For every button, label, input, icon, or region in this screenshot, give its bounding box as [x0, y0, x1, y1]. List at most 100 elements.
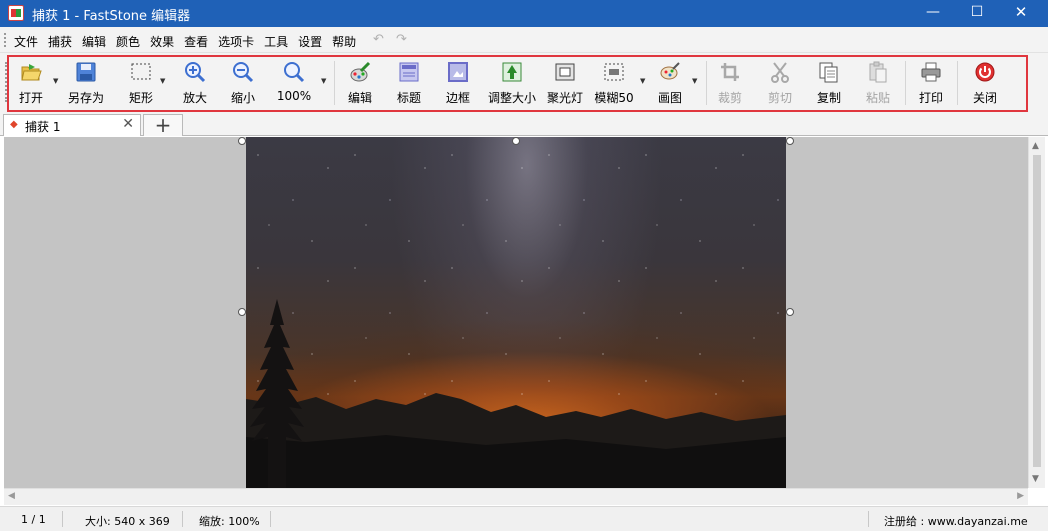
- open-button[interactable]: 打开: [12, 57, 50, 107]
- status-bar: 1 / 1 大小: 540 x 369 缩放: 100% 注册给 : www.d…: [0, 506, 1048, 531]
- copy-button[interactable]: 复制: [812, 57, 846, 107]
- rectangle-label: 矩形: [128, 91, 153, 105]
- menu-capture[interactable]: 捕获: [47, 33, 73, 50]
- border-label: 边框: [445, 91, 470, 105]
- toolbar-separator: [706, 61, 707, 105]
- menu-items: 文件 捕获 编辑 颜色 效果 查看 选项卡 工具 设置 帮助: [13, 33, 357, 50]
- scissors-icon: [769, 61, 791, 83]
- new-tab-button[interactable]: +: [143, 114, 183, 136]
- border-icon: [447, 61, 469, 83]
- menu-grip[interactable]: [4, 33, 7, 47]
- spotlight-button[interactable]: 聚光灯: [545, 57, 585, 107]
- resize-handle[interactable]: [786, 308, 794, 316]
- toolbar-separator: [334, 61, 335, 105]
- toolbar-grip[interactable]: [5, 62, 8, 102]
- close-label: 关闭: [972, 91, 997, 105]
- edit-palette-icon: [349, 61, 371, 83]
- scroll-right-icon[interactable]: ▶: [1017, 491, 1024, 501]
- resize-handle[interactable]: [786, 137, 794, 145]
- blur-dropdown-arrow[interactable]: ▼: [640, 77, 647, 85]
- menu-color[interactable]: 颜色: [115, 33, 141, 50]
- minimize-button[interactable]: —: [910, 0, 956, 27]
- vertical-scrollbar[interactable]: ▲ ▼: [1028, 137, 1045, 488]
- crop-icon: [719, 61, 741, 83]
- rectangle-button[interactable]: 矩形: [123, 57, 159, 107]
- cut-label: 剪切: [767, 91, 792, 105]
- spotlight-label: 聚光灯: [546, 91, 583, 105]
- menu-view[interactable]: 查看: [183, 33, 209, 50]
- zoom-100-label: 100%: [276, 89, 312, 103]
- draw-dropdown-arrow[interactable]: ▼: [692, 77, 699, 85]
- paste-label: 粘贴: [865, 91, 890, 105]
- cut-button[interactable]: 剪切: [763, 57, 797, 107]
- maximize-button[interactable]: ☐: [954, 0, 1000, 27]
- zoom-in-button[interactable]: 放大: [178, 57, 212, 107]
- menu-effects[interactable]: 效果: [149, 33, 175, 50]
- draw-button[interactable]: 画图: [653, 57, 687, 107]
- zoom-in-icon: [184, 61, 206, 83]
- open-label: 打开: [18, 91, 43, 105]
- zoom-out-button[interactable]: 缩小: [226, 57, 260, 107]
- horizontal-scrollbar[interactable]: ◀ ▶: [4, 488, 1028, 505]
- scroll-left-icon[interactable]: ◀: [8, 491, 15, 501]
- tab-capture-1[interactable]: ◆ 捕获 1 ✕: [3, 114, 141, 136]
- close-button[interactable]: 关闭: [968, 57, 1002, 107]
- caption-button[interactable]: 标题: [392, 57, 426, 107]
- crop-label: 裁剪: [717, 91, 742, 105]
- captured-image[interactable]: [246, 137, 786, 488]
- blur-button[interactable]: 模糊50: [594, 57, 634, 107]
- vertical-scroll-thumb[interactable]: [1033, 155, 1041, 467]
- border-button[interactable]: 边框: [441, 57, 475, 107]
- draw-icon: [659, 61, 681, 83]
- blur-icon: [603, 61, 625, 83]
- status-divider: [270, 511, 271, 527]
- zoom-actual-icon: [283, 61, 305, 83]
- save-as-button[interactable]: 另存为: [64, 57, 108, 107]
- undo-icon[interactable]: ↶: [373, 32, 384, 47]
- redo-icon[interactable]: ↷: [396, 32, 407, 47]
- menu-help[interactable]: 帮助: [331, 33, 357, 50]
- resize-handle[interactable]: [512, 137, 520, 145]
- paste-button[interactable]: 粘贴: [861, 57, 895, 107]
- main-toolbar: 打开 ▼ 另存为 矩形 ▼ 放大 缩小 100% ▼ 编辑 标题 边框 调整大小…: [0, 53, 1048, 113]
- image-canvas[interactable]: [4, 137, 1028, 488]
- resize-handle[interactable]: [238, 308, 246, 316]
- save-as-label: 另存为: [67, 91, 104, 105]
- crop-button[interactable]: 裁剪: [713, 57, 747, 107]
- zoom-in-label: 放大: [182, 91, 207, 105]
- window-title: 捕获 1 - FastStone 编辑器: [32, 9, 191, 24]
- print-label: 打印: [918, 91, 943, 105]
- rectangle-dropdown-arrow[interactable]: ▼: [160, 77, 167, 85]
- menu-bar: 文件 捕获 编辑 颜色 效果 查看 选项卡 工具 设置 帮助 ↶ ↷: [0, 27, 1048, 53]
- printer-icon: [920, 61, 942, 83]
- resize-handle[interactable]: [238, 137, 246, 145]
- toolbar-separator: [957, 61, 958, 105]
- menu-tabs[interactable]: 选项卡: [217, 33, 255, 50]
- image-size: 大小: 540 x 369: [85, 515, 170, 528]
- copy-icon: [818, 61, 840, 83]
- close-window-button[interactable]: ✕: [998, 0, 1044, 27]
- zoom-out-label: 缩小: [230, 91, 255, 105]
- menu-file[interactable]: 文件: [13, 33, 39, 50]
- print-button[interactable]: 打印: [914, 57, 948, 107]
- copy-label: 复制: [816, 91, 841, 105]
- menu-tools[interactable]: 工具: [263, 33, 289, 50]
- edit-button[interactable]: 编辑: [343, 57, 377, 107]
- image-silhouette: [246, 299, 786, 488]
- scroll-down-icon[interactable]: ▼: [1032, 474, 1039, 484]
- tab-close-icon[interactable]: ✕: [122, 116, 134, 132]
- zoom-dropdown-arrow[interactable]: ▼: [321, 77, 328, 85]
- menu-settings[interactable]: 设置: [297, 33, 323, 50]
- resize-button[interactable]: 调整大小: [487, 57, 537, 107]
- paste-icon: [867, 61, 889, 83]
- app-icon: [8, 5, 24, 21]
- menu-edit[interactable]: 编辑: [81, 33, 107, 50]
- status-divider: [62, 511, 63, 527]
- resize-label: 调整大小: [487, 91, 536, 105]
- zoom-100-button[interactable]: 100%: [276, 57, 312, 107]
- draw-label: 画图: [657, 91, 682, 105]
- scroll-up-icon[interactable]: ▲: [1032, 141, 1039, 151]
- spotlight-icon: [554, 61, 576, 83]
- open-dropdown-arrow[interactable]: ▼: [53, 77, 60, 85]
- diamond-icon: ◆: [10, 119, 18, 130]
